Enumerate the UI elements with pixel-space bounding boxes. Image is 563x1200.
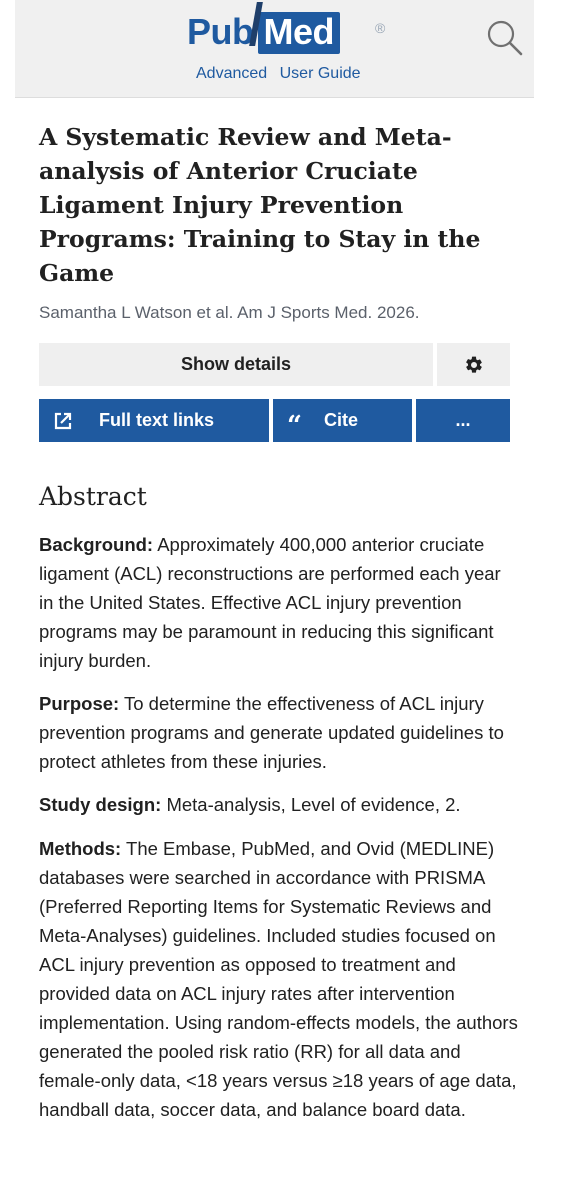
section-label: Methods: [39, 838, 122, 859]
article-title: A Systematic Review and Meta-analysis of… [39, 123, 481, 287]
cite-button[interactable]: “ Cite [273, 399, 412, 442]
user-guide-link[interactable]: User Guide [280, 65, 361, 82]
external-link-icon [54, 412, 72, 429]
top-header: Pub Med ® Advanced User Guide [15, 0, 534, 98]
quote-icon: “ [287, 410, 302, 441]
logo-pub-text: Pub [187, 11, 254, 52]
display-options-button[interactable] [437, 343, 510, 386]
cite-label: Cite [323, 410, 358, 430]
abstract-purpose: Purpose: To determine the effectiveness … [39, 689, 519, 776]
section-text: The Embase, PubMed, and Ovid (MEDLINE) d… [39, 838, 518, 1120]
search-button[interactable] [485, 18, 525, 58]
section-text: Meta-analysis, Level of evidence, 2. [166, 794, 461, 815]
section-label: Study design: [39, 794, 162, 815]
show-details-button[interactable]: Show details [39, 343, 433, 386]
advanced-search-link[interactable]: Advanced [196, 65, 267, 82]
section-label: Purpose: [39, 693, 120, 714]
abstract-background: Background: Approximately 400,000 anteri… [39, 530, 519, 675]
full-text-links-button[interactable]: Full text links [39, 399, 269, 442]
logo-med-text: Med [257, 12, 340, 54]
article-citation[interactable]: Samantha L Watson et al. Am J Sports Med… [39, 303, 529, 323]
section-label: Background: [39, 534, 154, 555]
abstract-study-design: Study design: Meta-analysis, Level of ev… [39, 790, 519, 819]
full-text-links-label: Full text links [99, 410, 215, 430]
registered-mark: ® [375, 20, 385, 36]
pubmed-logo[interactable]: Pub Med ® [187, 11, 385, 54]
search-icon [487, 20, 523, 56]
abstract-methods: Methods: The Embase, PubMed, and Ovid (M… [39, 834, 519, 1124]
more-actions-button[interactable]: ... [416, 399, 510, 442]
abstract-heading: Abstract [39, 482, 147, 511]
header-links: Advanced User Guide [196, 65, 369, 83]
gear-icon [465, 356, 482, 373]
